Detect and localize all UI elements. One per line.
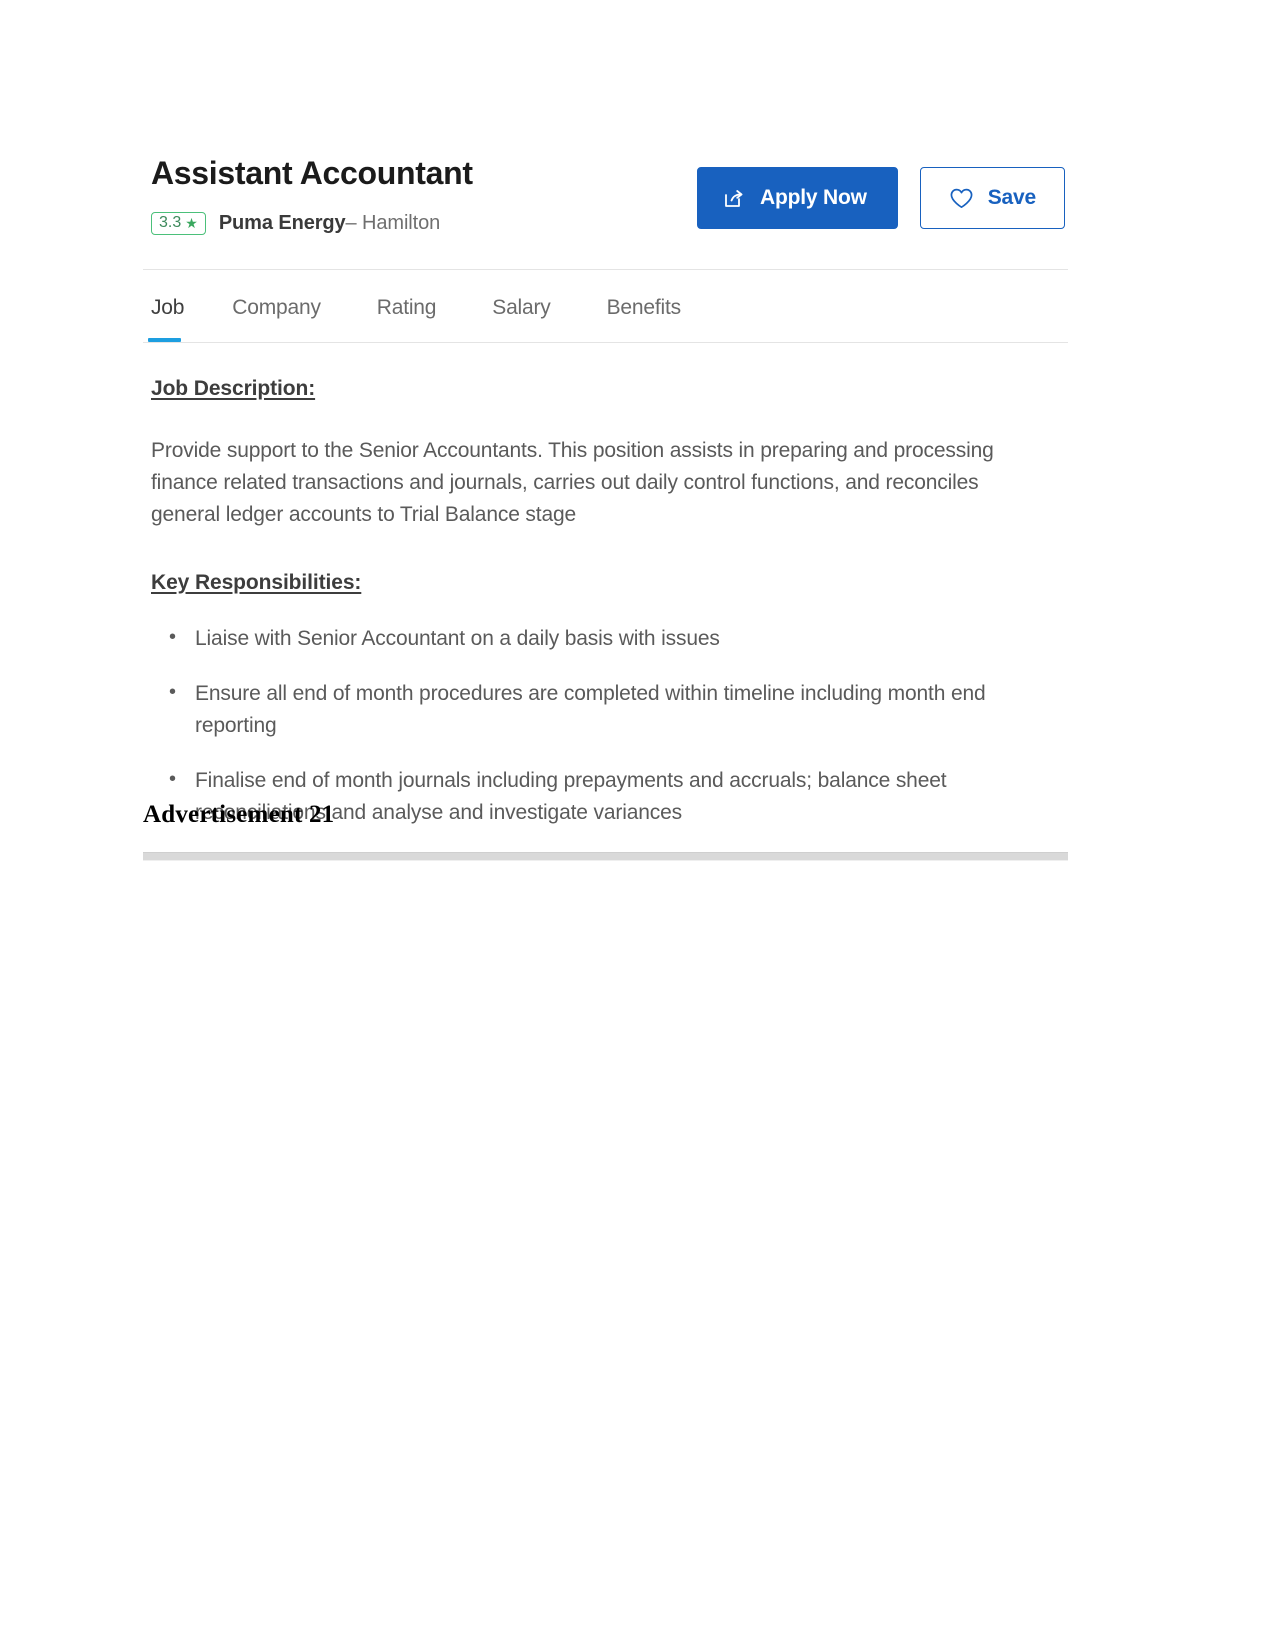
job-location: – Hamilton [345, 211, 441, 234]
job-description-panel: Job Description: Provide support to the … [143, 343, 1068, 828]
tab-job[interactable]: Job [147, 270, 206, 342]
list-item: Liaise with Senior Accountant on a daily… [169, 622, 1060, 655]
employer-name-group: Puma Energy– Hamilton [219, 212, 440, 235]
tab-rating[interactable]: Rating [377, 270, 467, 342]
share-arrow-icon [722, 186, 746, 210]
job-card-header: Assistant Accountant 3.3 ★ Puma Energy– … [143, 133, 1068, 235]
apply-now-button[interactable]: Apply Now [697, 167, 898, 229]
tab-salary[interactable]: Salary [492, 270, 580, 342]
key-responsibilities-heading: Key Responsibilities: [151, 570, 362, 594]
job-action-buttons: Apply Now Save [697, 151, 1065, 229]
job-header-info: Assistant Accountant 3.3 ★ Puma Energy– … [151, 151, 473, 235]
page-title: Assistant Accountant [151, 155, 473, 191]
rating-badge[interactable]: 3.3 ★ [151, 211, 206, 235]
job-listing-card: Assistant Accountant 3.3 ★ Puma Energy– … [143, 133, 1068, 862]
save-button[interactable]: Save [919, 167, 1065, 229]
job-tabs-bar: Job Company Rating Salary Benefits [143, 268, 1068, 343]
tab-company[interactable]: Company [232, 270, 350, 342]
figure-caption: Advertisement 21 [143, 801, 335, 828]
star-icon: ★ [185, 214, 198, 231]
document-page: Assistant Accountant 3.3 ★ Puma Energy– … [0, 0, 1275, 1651]
card-bottom-divider [143, 852, 1068, 862]
apply-now-label: Apply Now [760, 186, 867, 209]
list-item: Ensure all end of month procedures are c… [169, 677, 1060, 741]
save-label: Save [987, 186, 1036, 209]
employer-row: 3.3 ★ Puma Energy– Hamilton [151, 211, 473, 235]
rating-value: 3.3 [159, 213, 182, 231]
key-responsibilities-list: Liaise with Senior Accountant on a daily… [151, 622, 1060, 829]
tab-benefits[interactable]: Benefits [607, 270, 711, 342]
heart-icon [949, 187, 974, 210]
job-tabs: Job Company Rating Salary Benefits [147, 270, 1060, 342]
job-description-heading: Job Description: [151, 376, 316, 400]
employer-name: Puma Energy [218, 211, 346, 234]
job-description-text: Provide support to the Senior Accountant… [151, 438, 994, 526]
